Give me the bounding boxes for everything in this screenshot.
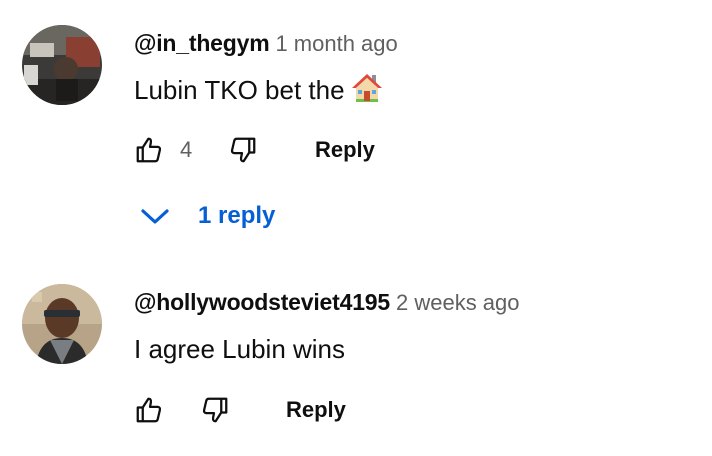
show-replies-button[interactable]: 1 reply: [138, 198, 275, 234]
comment-thread: @hollywoodsteviet4195 2 weeks ago I agree…: [0, 270, 712, 456]
comment-header: @in_thegym 1 month ago: [134, 29, 398, 61]
thumbs-down-icon: [230, 137, 256, 163]
comment-text-content: I agree Lubin wins: [134, 334, 346, 364]
comment-text: I agree Lubin wins: [134, 333, 345, 365]
avatar-image: [22, 284, 102, 364]
thumbs-down-icon: [202, 397, 228, 423]
like-count: 4: [180, 137, 193, 162]
avatar[interactable]: [22, 284, 102, 364]
comment-text-content: Lubin TKO bet the: [134, 75, 345, 105]
dislike-button[interactable]: [226, 133, 260, 167]
avatar-image: [22, 25, 102, 105]
chevron-down-icon: [141, 209, 169, 224]
dislike-button[interactable]: [198, 393, 232, 427]
author-name[interactable]: @hollywoodsteviet4195: [134, 289, 390, 315]
comment-time[interactable]: 1 month ago: [275, 31, 397, 56]
thumbs-up-icon: [136, 397, 162, 423]
comment-thread: @in_thegym 1 month ago Lubin TKO bet the …: [0, 0, 712, 270]
author-name[interactable]: @in_thegym: [134, 30, 270, 56]
comment-time[interactable]: 2 weeks ago: [396, 290, 520, 315]
comment-actions: Reply: [132, 393, 552, 427]
like-button[interactable]: [132, 393, 166, 427]
comment-header: @hollywoodsteviet4195 2 weeks ago: [134, 288, 520, 320]
replies-count-label[interactable]: 1 reply: [198, 198, 275, 234]
thumbs-up-icon: [136, 137, 162, 163]
comment-actions: 4 Reply: [132, 133, 552, 167]
reply-button[interactable]: Reply: [315, 134, 375, 166]
house-emoji-icon: [351, 72, 383, 111]
like-button[interactable]: [132, 133, 166, 167]
comment-text: Lubin TKO bet the: [134, 72, 383, 111]
avatar[interactable]: [22, 25, 102, 105]
reply-button[interactable]: Reply: [286, 394, 346, 426]
